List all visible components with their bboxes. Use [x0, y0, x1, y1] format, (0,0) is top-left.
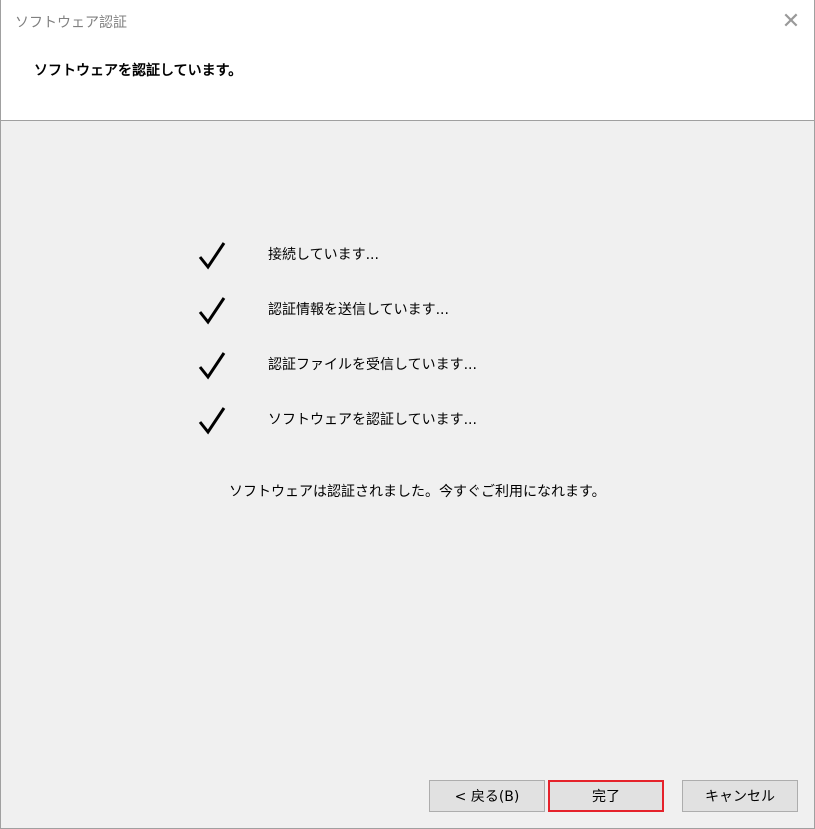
activation-dialog: ソフトウェア認証 ✕ ソフトウェアを認証しています。 接続しています... 認証… [0, 0, 815, 829]
back-button[interactable]: < 戻る(B) [429, 780, 545, 812]
window-title: ソフトウェア認証 [15, 15, 127, 31]
header-band: ソフトウェアを認証しています。 [1, 44, 814, 121]
step-receive-file: 認証ファイルを受信しています... [1, 350, 814, 390]
step-label: 認証情報を送信しています... [268, 302, 449, 318]
step-activate: ソフトウェアを認証しています... [1, 405, 814, 445]
step-connect: 接続しています... [1, 240, 814, 280]
close-button[interactable]: ✕ [768, 0, 814, 44]
cancel-button[interactable]: キャンセル [682, 780, 798, 812]
check-icon [198, 297, 226, 325]
header-text: ソフトウェアを認証しています。 [34, 63, 243, 79]
check-icon [198, 407, 226, 435]
title-bar: ソフトウェア認証 ✕ [1, 0, 814, 44]
step-label: 認証ファイルを受信しています... [268, 357, 477, 373]
step-label: ソフトウェアを認証しています... [268, 412, 477, 428]
step-send-info: 認証情報を送信しています... [1, 295, 814, 335]
finish-button[interactable]: 完了 [548, 780, 664, 812]
close-icon: ✕ [781, 9, 801, 34]
check-icon [198, 242, 226, 270]
completion-message: ソフトウェアは認証されました。今すぐご利用になれます。 [229, 484, 606, 500]
check-icon [198, 352, 226, 380]
step-label: 接続しています... [268, 247, 379, 263]
